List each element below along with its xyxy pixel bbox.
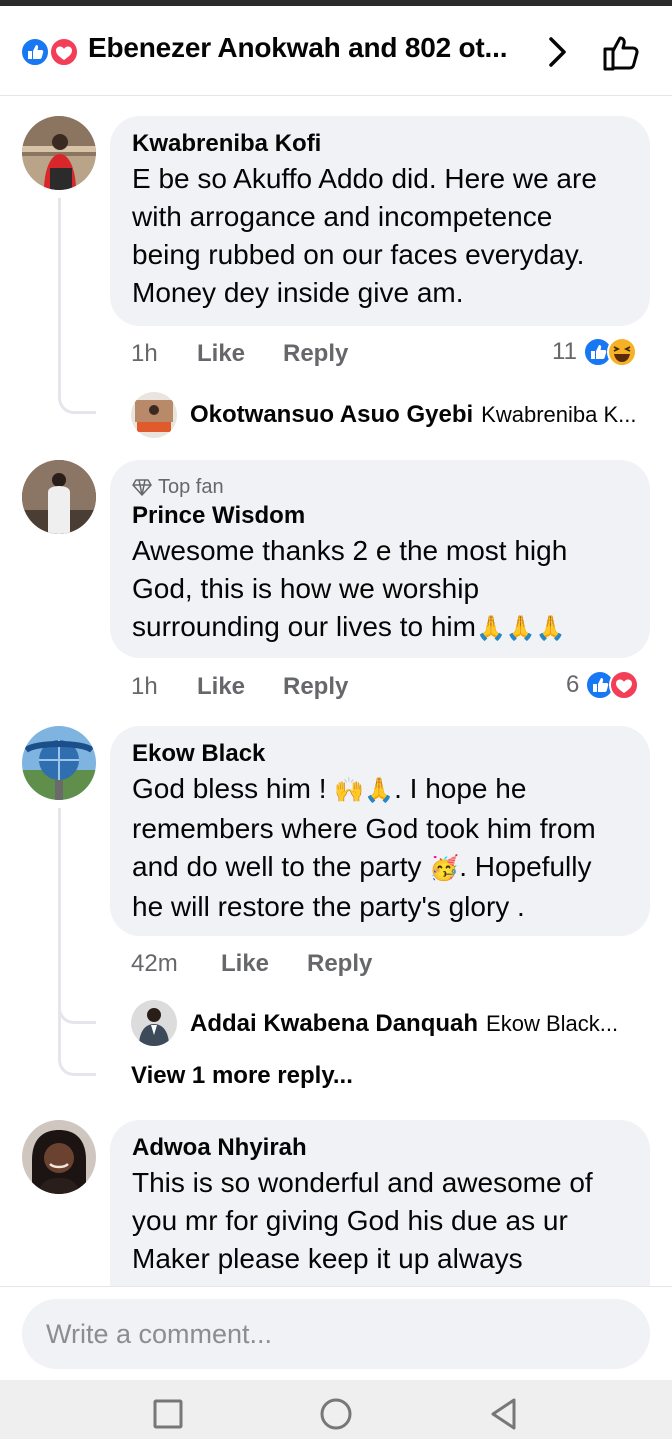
comment-text: Awesome thanks 2 e the most high God, th…: [132, 532, 628, 648]
reaction-icons: [582, 337, 637, 367]
reply-snippet: Kwabreniba K...: [481, 402, 637, 427]
comment-actions: 1h Like Reply: [131, 340, 348, 368]
comment-actions: 1h Like Reply: [131, 673, 348, 701]
comment-author[interactable]: Prince Wisdom: [132, 500, 628, 532]
reply-snippet: Ekow Black...: [486, 1011, 619, 1036]
emoji-raised-hands-pray: 🙌🙏: [334, 777, 395, 804]
comment-time[interactable]: 1h: [131, 673, 197, 701]
avatar[interactable]: [22, 116, 96, 190]
reply-author[interactable]: Addai Kwabena Danquah: [190, 1010, 478, 1038]
like-button-icon[interactable]: [600, 30, 644, 74]
view-more-replies-link[interactable]: View 1 more reply...: [131, 1062, 353, 1090]
comment-bubble[interactable]: Ekow Black God bless him ! 🙌🙏. I hope he…: [110, 726, 650, 936]
comment-actions: 42m Like Reply: [131, 950, 372, 978]
avatar[interactable]: [22, 1120, 96, 1194]
reply-author[interactable]: Okotwansuo Asuo Gyebi: [190, 401, 473, 429]
comment-composer: [0, 1286, 672, 1380]
reaction-summary[interactable]: 6: [566, 669, 640, 701]
reaction-icons: [585, 670, 640, 700]
home-icon[interactable]: [316, 1394, 356, 1434]
haha-icon: [606, 337, 637, 367]
comment-text-part: God bless him !: [132, 773, 335, 804]
reactions-header[interactable]: Ebenezer Anokwah and 802 ot...: [0, 6, 672, 96]
reaction-summary[interactable]: 11: [552, 336, 637, 368]
reply-link[interactable]: Reply: [307, 950, 372, 978]
emoji-pray: 🙏🙏🙏: [475, 615, 566, 642]
comment-author[interactable]: Adwoa Nhyirah: [132, 1132, 628, 1164]
comment-bubble[interactable]: Kwabreniba Kofi E be so Akuffo Addo did.…: [110, 116, 650, 326]
comment-author[interactable]: Ekow Black: [132, 738, 628, 770]
avatar[interactable]: [22, 460, 96, 534]
like-link[interactable]: Like: [221, 950, 307, 978]
comment-bubble[interactable]: Top fan Prince Wisdom Awesome thanks 2 e…: [110, 460, 650, 658]
comment-input[interactable]: [22, 1299, 650, 1369]
comment-author[interactable]: Kwabreniba Kofi: [132, 128, 628, 160]
comment-text: God bless him ! 🙌🙏. I hope he remembers …: [132, 770, 628, 926]
top-fan-label: Top fan: [158, 476, 224, 498]
love-icon: [609, 670, 640, 700]
comment-text: E be so Akuffo Addo did. Here we are wit…: [132, 163, 597, 308]
recent-apps-icon[interactable]: [148, 1394, 188, 1434]
reaction-icons: [20, 37, 79, 67]
system-navigation-bar: [0, 1380, 672, 1439]
avatar[interactable]: [22, 726, 96, 800]
top-fan-badge: Top fan: [132, 474, 628, 500]
thread-line: [58, 808, 96, 1024]
like-link[interactable]: Like: [197, 673, 283, 701]
comment-time[interactable]: 1h: [131, 340, 197, 368]
reactions-title[interactable]: Ebenezer Anokwah and 802 ot...: [88, 32, 528, 64]
thread-line: [58, 198, 96, 414]
reply-link[interactable]: Reply: [283, 673, 348, 701]
comment-time[interactable]: 42m: [131, 950, 221, 978]
diamond-icon: [132, 479, 152, 496]
thread-line: [58, 1000, 96, 1076]
reply-preview[interactable]: Addai Kwabena Danquah Ekow Black...: [190, 1007, 640, 1041]
like-icon: [20, 37, 50, 67]
reaction-count: 6: [566, 671, 580, 698]
chevron-right-icon[interactable]: [540, 34, 574, 70]
reply-avatar[interactable]: [131, 392, 177, 438]
comment-text: This is so wonderful and awesome of you …: [132, 1167, 593, 1274]
comments-screen: Ebenezer Anokwah and 802 ot... Kwabrenib…: [0, 0, 672, 1439]
reaction-count: 11: [552, 338, 577, 365]
reply-avatar[interactable]: [131, 1000, 177, 1046]
like-link[interactable]: Like: [197, 340, 283, 368]
emoji-party-face: 🥳: [429, 855, 460, 882]
reply-link[interactable]: Reply: [283, 340, 348, 368]
love-icon: [49, 37, 79, 67]
back-icon[interactable]: [484, 1394, 524, 1434]
reply-preview[interactable]: Okotwansuo Asuo Gyebi Kwabreniba K...: [190, 398, 660, 432]
